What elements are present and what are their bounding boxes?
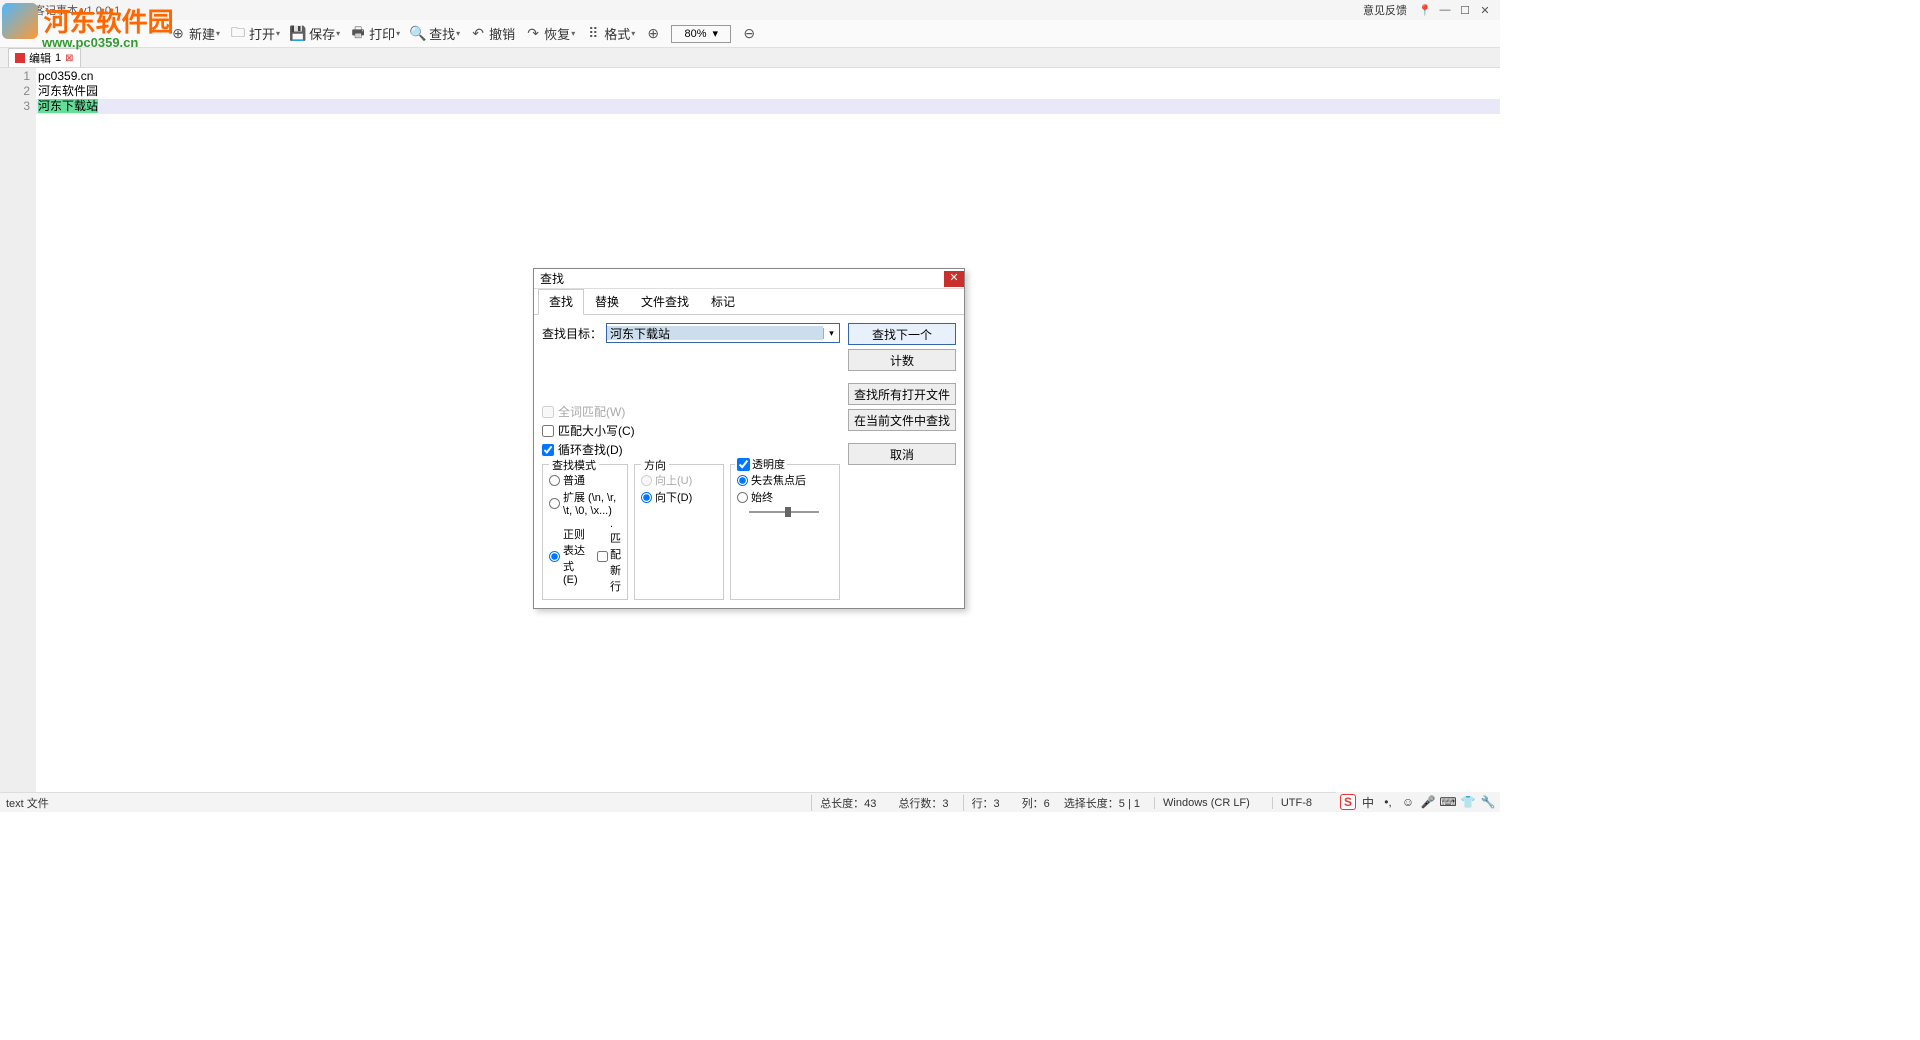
save-icon: 💾 bbox=[290, 26, 306, 42]
code-line: pc0359.cn bbox=[36, 69, 1500, 84]
undo-button[interactable]: ↶撤销 bbox=[470, 24, 515, 43]
find-button[interactable]: 🔍查找▾ bbox=[410, 24, 460, 43]
status-col: 列：6 bbox=[1022, 795, 1050, 811]
format-button[interactable]: ⠿格式▾ bbox=[585, 24, 635, 43]
file-tab[interactable]: 编辑 1 ⊠ bbox=[8, 48, 81, 67]
tab-replace[interactable]: 替换 bbox=[584, 289, 630, 314]
transparency-group: 透明度 失去焦点后 始终 bbox=[730, 464, 840, 600]
logo-icon bbox=[2, 3, 38, 39]
code-line: 河东下载站 bbox=[36, 99, 1500, 114]
ime-settings-icon[interactable]: 🔧 bbox=[1480, 794, 1496, 810]
open-button[interactable]: 🗀打开▾ bbox=[230, 24, 280, 43]
folder-icon: 🗀 bbox=[230, 26, 246, 42]
status-selection: 选择长度：5 | 1 bbox=[1064, 795, 1140, 811]
feedback-link[interactable]: 意见反馈 bbox=[1363, 2, 1407, 18]
close-tab-icon[interactable]: ⊠ bbox=[65, 53, 73, 64]
ime-keyboard-icon[interactable]: ⌨ bbox=[1440, 794, 1456, 810]
direction-down-radio[interactable]: 向下(D) bbox=[641, 489, 717, 505]
line-gutter: 123 bbox=[0, 68, 36, 792]
pin-icon[interactable]: 📍 bbox=[1415, 4, 1435, 17]
status-encoding: UTF-8 bbox=[1272, 797, 1320, 809]
system-tray: S 中 •, ☺ 🎤 ⌨ 👕 🔧 bbox=[1336, 792, 1500, 812]
toolbar: ⊕新建▾ 🗀打开▾ 💾保存▾ 🖶打印▾ 🔍查找▾ ↶撤销 ↷恢复▾ ⠿格式▾ ⊕… bbox=[0, 20, 1500, 48]
transparency-slider[interactable] bbox=[749, 511, 819, 513]
find-next-button[interactable]: 查找下一个 bbox=[848, 323, 956, 345]
file-tab-name: 编辑 bbox=[29, 50, 51, 66]
find-all-open-button[interactable]: 查找所有打开文件 bbox=[848, 383, 956, 405]
code-line: 河东软件园 bbox=[36, 84, 1500, 99]
print-button[interactable]: 🖶打印▾ bbox=[350, 24, 400, 43]
redo-icon: ↷ bbox=[525, 26, 541, 42]
trans-always-radio[interactable]: 始终 bbox=[737, 489, 833, 505]
search-icon: 🔍 bbox=[410, 26, 426, 42]
minimize-button[interactable]: — bbox=[1435, 4, 1455, 16]
status-total-lines: 总行数：3 bbox=[898, 795, 948, 811]
dialog-tabs: 查找 替换 文件查找 标记 bbox=[534, 289, 964, 315]
ime-sogou-icon[interactable]: S bbox=[1340, 794, 1356, 810]
find-target-label: 查找目标： bbox=[542, 325, 602, 342]
ime-emoji-icon[interactable]: ☺ bbox=[1400, 794, 1416, 810]
transparency-checkbox[interactable]: 透明度 bbox=[735, 456, 787, 472]
tab-find[interactable]: 查找 bbox=[538, 289, 584, 315]
tab-strip: 编辑 1 ⊠ bbox=[0, 48, 1500, 68]
tab-mark[interactable]: 标记 bbox=[700, 289, 746, 314]
status-bar: text 文件 总长度：43 总行数：3 行：3 列：6 选择长度：5 | 1 … bbox=[0, 792, 1500, 812]
logo-text: 河东软件园 bbox=[44, 8, 174, 37]
find-target-combo[interactable]: ▾ bbox=[606, 323, 840, 343]
dot-newline-checkbox[interactable]: . 匹配新行 bbox=[597, 518, 621, 594]
chevron-down-icon[interactable]: ▾ bbox=[823, 328, 839, 339]
ime-skin-icon[interactable]: 👕 bbox=[1460, 794, 1476, 810]
direction-up-radio: 向上(U) bbox=[641, 472, 717, 488]
zoom-out-icon: ⊖ bbox=[741, 26, 757, 42]
title-bar: 极客记事本 v1.0.0.1 意见反馈 📍 — ☐ ✕ bbox=[0, 0, 1500, 20]
ime-punct-icon[interactable]: •, bbox=[1380, 794, 1396, 810]
status-total-length: 总长度：43 bbox=[811, 795, 884, 811]
direction-group: 方向 向上(U) 向下(D) bbox=[634, 464, 724, 600]
watermark-logo: 河东软件园 www.pc0359.cn bbox=[2, 2, 174, 50]
cancel-button[interactable]: 取消 bbox=[848, 443, 956, 465]
zoom-out-button[interactable]: ⊖ bbox=[741, 26, 757, 42]
zoom-in-icon: ⊕ bbox=[645, 26, 661, 42]
save-button[interactable]: 💾保存▾ bbox=[290, 24, 340, 43]
wrap-around-checkbox[interactable]: 循环查找(D) bbox=[542, 441, 840, 458]
dialog-title: 查找 bbox=[540, 270, 564, 287]
find-in-current-button[interactable]: 在当前文件中查找 bbox=[848, 409, 956, 431]
dialog-close-button[interactable]: ✕ bbox=[944, 271, 964, 287]
status-filetype: text 文件 bbox=[6, 795, 49, 811]
print-icon: 🖶 bbox=[350, 26, 366, 42]
find-target-input[interactable] bbox=[607, 326, 823, 340]
zoom-in-button[interactable]: ⊕ bbox=[645, 26, 661, 42]
mode-regex-radio[interactable]: 正则表达式(E) . 匹配新行 bbox=[549, 518, 621, 594]
mode-normal-radio[interactable]: 普通 bbox=[549, 472, 621, 488]
match-case-checkbox[interactable]: 匹配大小写(C) bbox=[542, 422, 840, 439]
maximize-button[interactable]: ☐ bbox=[1455, 4, 1475, 17]
mode-extended-radio[interactable]: 扩展 (\n, \r, \t, \0, \x...) bbox=[549, 489, 621, 517]
whole-word-checkbox: 全词匹配(W) bbox=[542, 403, 840, 420]
zoom-level[interactable]: 80% ▾ bbox=[671, 25, 731, 43]
status-row: 行：3 bbox=[963, 795, 1008, 811]
logo-subtext: www.pc0359.cn bbox=[42, 35, 174, 50]
find-dialog: 查找 ✕ 查找 替换 文件查找 标记 查找目标： ▾ 全词匹配(W) 匹配大小写… bbox=[533, 268, 965, 609]
file-tab-icon bbox=[15, 53, 25, 63]
format-icon: ⠿ bbox=[585, 26, 601, 42]
undo-icon: ↶ bbox=[470, 26, 486, 42]
tab-find-in-files[interactable]: 文件查找 bbox=[630, 289, 700, 314]
count-button[interactable]: 计数 bbox=[848, 349, 956, 371]
dialog-titlebar[interactable]: 查找 ✕ bbox=[534, 269, 964, 289]
close-button[interactable]: ✕ bbox=[1475, 4, 1495, 17]
ime-lang-icon[interactable]: 中 bbox=[1360, 794, 1376, 810]
redo-button[interactable]: ↷恢复▾ bbox=[525, 24, 575, 43]
search-mode-group: 查找模式 普通 扩展 (\n, \r, \t, \0, \x...) 正则表达式… bbox=[542, 464, 628, 600]
file-tab-num: 1 bbox=[55, 52, 61, 64]
trans-on-lose-focus-radio[interactable]: 失去焦点后 bbox=[737, 472, 833, 488]
ime-mic-icon[interactable]: 🎤 bbox=[1420, 794, 1436, 810]
search-highlight: 河东下载站 bbox=[38, 99, 98, 113]
status-eol: Windows (CR LF) bbox=[1154, 797, 1258, 809]
new-button[interactable]: ⊕新建▾ bbox=[170, 24, 220, 43]
